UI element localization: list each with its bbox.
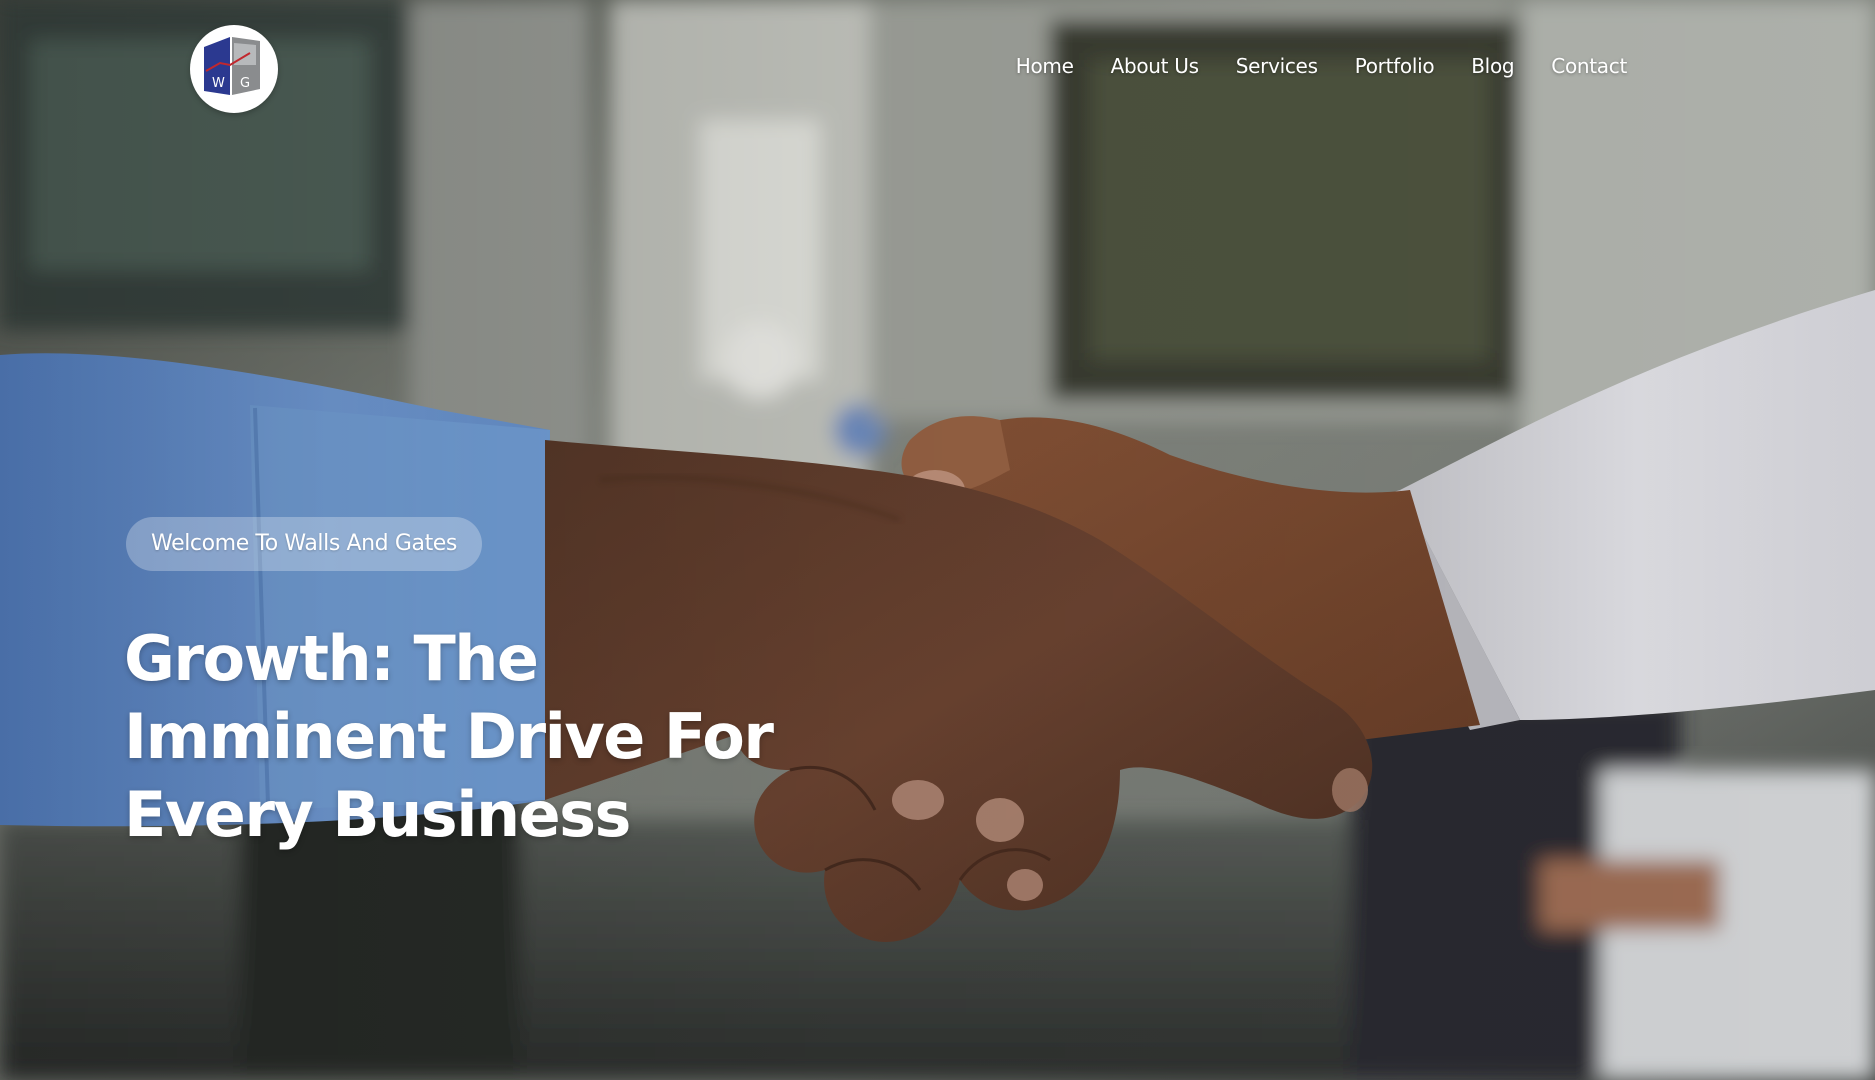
hero-headline: Growth: The Imminent Drive For Every Bus… [124,620,824,854]
site-header: W G Home About Us Services Portfolio Blo… [0,0,1875,140]
headline-line-1: Growth: The [124,622,539,695]
logo-letter-w: W [212,76,225,91]
nav-blog[interactable]: Blog [1471,54,1514,78]
headline-line-3: Every Business [124,778,631,851]
welcome-badge: Welcome To Walls And Gates [126,517,482,571]
nav-portfolio[interactable]: Portfolio [1355,54,1435,78]
logo-link[interactable]: W G [190,25,278,113]
nav-services[interactable]: Services [1236,54,1318,78]
nav-about-us[interactable]: About Us [1111,54,1199,78]
nav-home[interactable]: Home [1016,54,1074,78]
walls-and-gates-logo-icon: W G [204,37,260,95]
nav-contact[interactable]: Contact [1551,54,1627,78]
hero-section: W G Home About Us Services Portfolio Blo… [0,0,1875,1080]
headline-line-2: Imminent Drive For [124,700,774,773]
main-nav: Home About Us Services Portfolio Blog Co… [979,54,1628,78]
logo-letter-g: G [240,76,250,91]
